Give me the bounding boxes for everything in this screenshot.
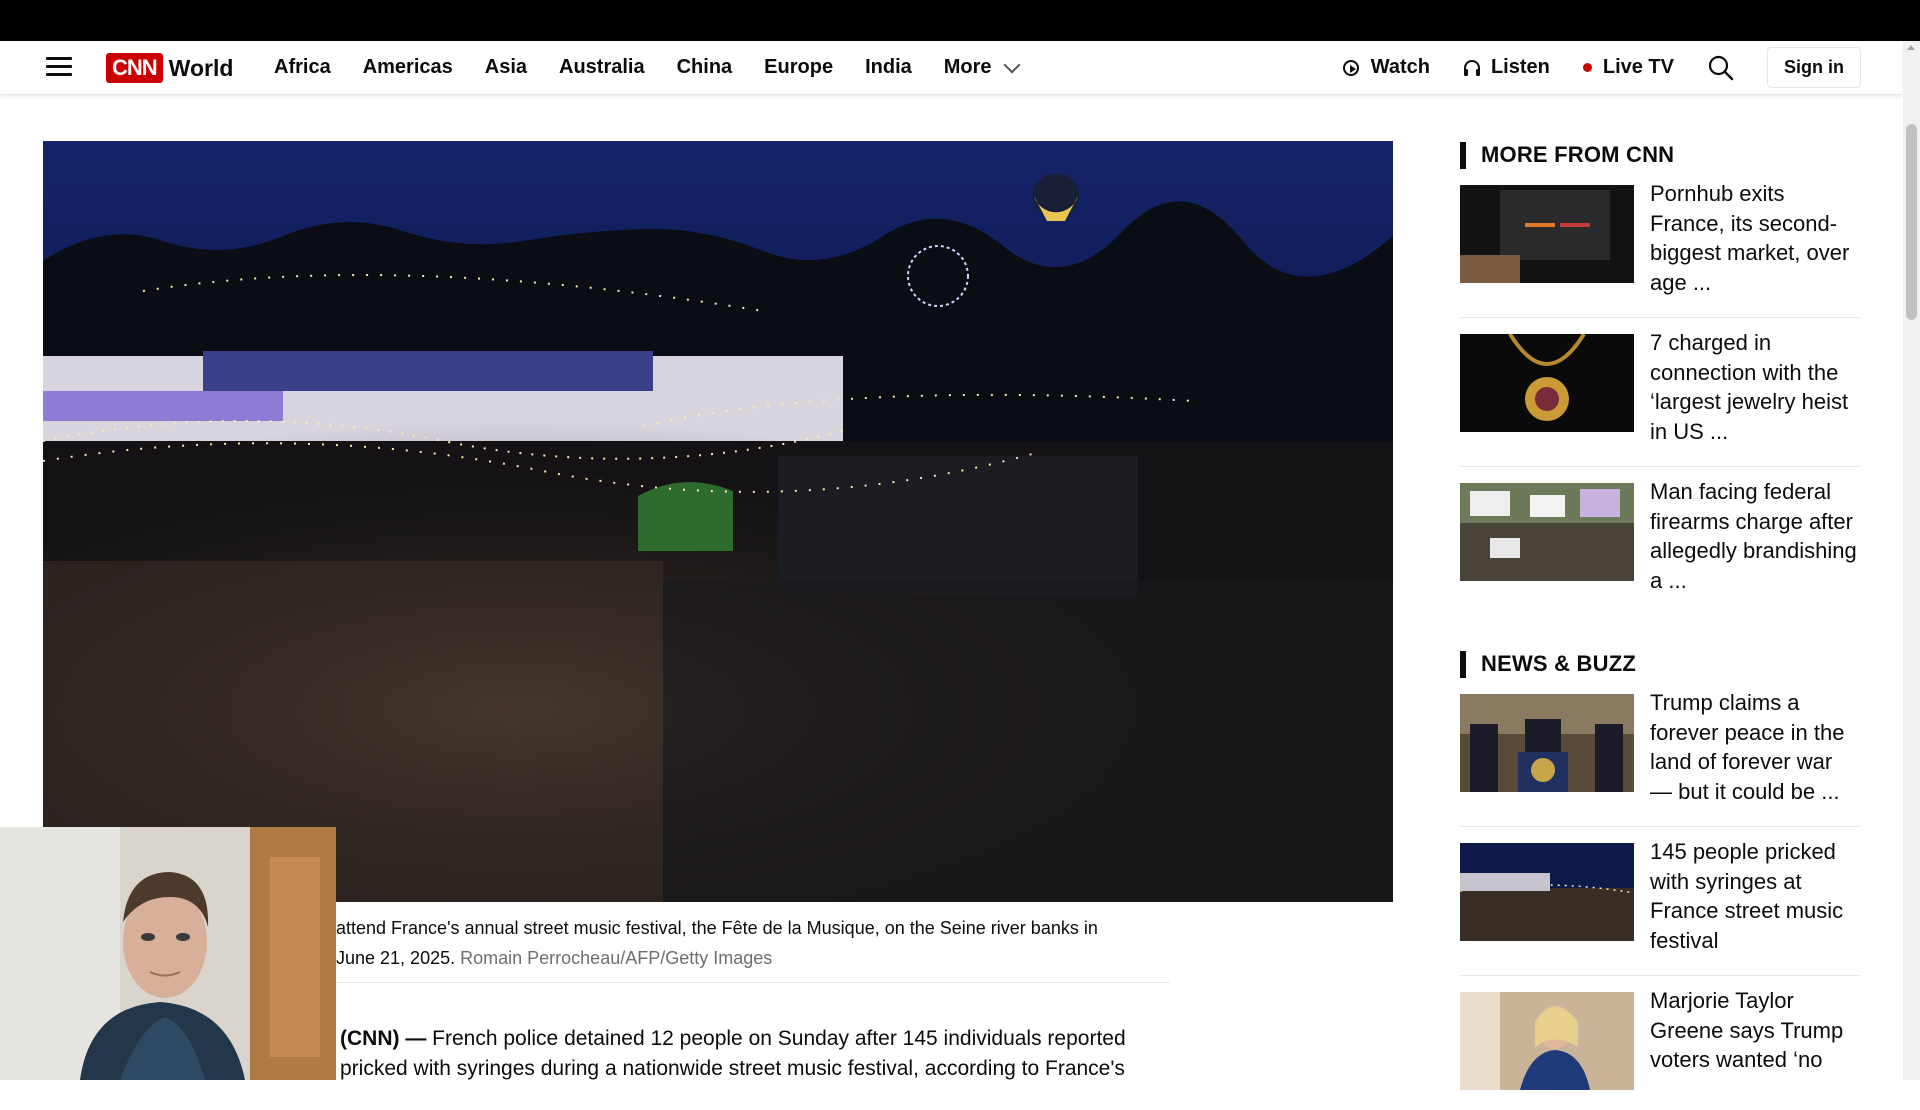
card-title[interactable]: Man facing federal firearms charge after…: [1650, 477, 1860, 595]
more-from-cnn-heading: MORE FROM CNN: [1460, 141, 1860, 169]
cnn-logo[interactable]: CNN World: [106, 51, 233, 85]
dateline: (CNN) —: [340, 1027, 427, 1050]
region-nav: Africa Americas Asia Australia China Eur…: [274, 41, 1021, 94]
live-dot-icon: [1582, 63, 1592, 72]
news-buzz-heading: NEWS & BUZZ: [1460, 650, 1860, 678]
nav-link-china[interactable]: China: [677, 56, 733, 79]
listen-button[interactable]: Listen: [1463, 56, 1550, 79]
card-title[interactable]: Pornhub exits France, its second-biggest…: [1650, 179, 1860, 297]
play-icon: [1342, 59, 1359, 76]
news-buzz-title: NEWS & BUZZ: [1481, 651, 1636, 676]
card-title[interactable]: Marjorie Taylor Greene says Trump voters…: [1650, 986, 1860, 1090]
caption-divider: [336, 982, 1170, 983]
scroll-thumb[interactable]: [1906, 124, 1917, 320]
section-name: World: [168, 54, 234, 81]
webcam-person-image: [0, 827, 336, 1080]
sidebar-card[interactable]: Pornhub exits France, its second-biggest…: [1460, 169, 1860, 318]
browser-top-bar: [0, 0, 1920, 41]
caption-date: June 21, 2025.: [336, 948, 456, 968]
body-line-1: French police detained 12 people on Sund…: [432, 1027, 1126, 1050]
more-from-cnn-title: MORE FROM CNN: [1481, 142, 1675, 167]
more-label: More: [943, 56, 992, 78]
sidebar-card[interactable]: Trump claims a forever peace in the land…: [1460, 678, 1860, 827]
article-paragraph-line-1: (CNN) — French police detained 12 people…: [340, 1024, 1190, 1054]
card-title[interactable]: 145 people pricked with syringes at Fran…: [1650, 837, 1860, 955]
sidebar: MORE FROM CNN Pornhub exits France, its …: [1460, 141, 1860, 1110]
live-tv-button[interactable]: Live TV: [1582, 56, 1674, 79]
card-thumbnail: [1460, 483, 1634, 581]
webcam-overlay: [0, 827, 336, 1080]
hero-photo: [43, 141, 1393, 902]
card-thumbnail: [1460, 843, 1634, 941]
nav-link-india[interactable]: India: [865, 56, 912, 79]
nav-link-australia[interactable]: Australia: [559, 56, 645, 79]
headphones-icon: [1463, 59, 1480, 76]
cnn-logo-mark: CNN: [106, 53, 163, 83]
watch-button[interactable]: Watch: [1342, 56, 1430, 79]
more-menu[interactable]: More: [943, 56, 1021, 79]
card-title[interactable]: Trump claims a forever peace in the land…: [1650, 688, 1860, 806]
heading-bar: [1460, 141, 1466, 169]
heading-bar: [1460, 650, 1466, 678]
scroll-up-arrow-icon[interactable]: [1907, 45, 1915, 50]
card-thumbnail: [1460, 694, 1634, 792]
sidebar-card[interactable]: 145 people pricked with syringes at Fran…: [1460, 827, 1860, 976]
festival-photo: [43, 141, 1393, 902]
caption-line-1: attend France's annual street music fest…: [336, 918, 1098, 938]
sidebar-card[interactable]: Man facing federal firearms charge after…: [1460, 467, 1860, 615]
site-header: CNN World Africa Americas Asia Australia…: [0, 41, 1902, 95]
caption-line-2: June 21, 2025. Romain Perrocheau/AFP/Get…: [336, 943, 1176, 973]
sidebar-card[interactable]: 7 charged in connection with the ‘larges…: [1460, 318, 1860, 467]
card-thumbnail: [1460, 334, 1634, 432]
menu-icon[interactable]: [46, 57, 72, 77]
search-icon[interactable]: [1707, 54, 1735, 82]
sign-in-button[interactable]: Sign in: [1767, 47, 1861, 88]
sidebar-card[interactable]: Marjorie Taylor Greene says Trump voters…: [1460, 976, 1860, 1110]
photo-credit: Romain Perrocheau/AFP/Getty Images: [460, 948, 773, 968]
card-thumbnail: [1460, 992, 1634, 1090]
watch-label: Watch: [1370, 56, 1430, 78]
page-scrollbar[interactable]: [1903, 41, 1920, 1080]
nav-link-europe[interactable]: Europe: [764, 56, 833, 79]
chevron-down-icon: [1003, 56, 1021, 73]
live-tv-label: Live TV: [1602, 56, 1674, 78]
card-thumbnail: [1460, 185, 1634, 283]
listen-label: Listen: [1490, 56, 1550, 78]
nav-link-asia[interactable]: Asia: [485, 56, 527, 79]
header-actions: Watch Listen Live TV Sign in: [1342, 41, 1902, 94]
nav-link-africa[interactable]: Africa: [274, 56, 331, 79]
nav-link-americas[interactable]: Americas: [363, 56, 453, 79]
card-title[interactable]: 7 charged in connection with the ‘larges…: [1650, 328, 1860, 446]
photo-caption: attend France's annual street music fest…: [336, 913, 1176, 973]
article-body: (CNN) — French police detained 12 people…: [340, 1024, 1190, 1084]
